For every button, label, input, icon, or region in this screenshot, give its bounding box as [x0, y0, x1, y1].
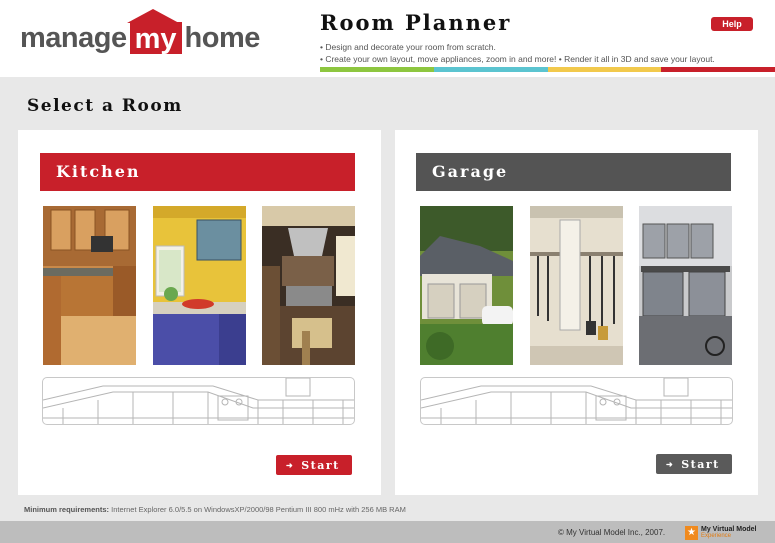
manage-my-home-logo[interactable]: manage my home — [20, 9, 261, 58]
garage-start-label: Start — [681, 457, 720, 471]
my-virtual-model-logo[interactable]: ★ My Virtual Model Experience — [685, 525, 767, 541]
color-bar-segment — [433, 67, 548, 72]
kitchen-photo-2[interactable] — [153, 206, 246, 365]
kitchen-layout-sketch — [42, 377, 355, 425]
logo-text-my: my — [129, 22, 182, 54]
arrow-right-icon: ➜ — [666, 459, 675, 469]
color-bar — [320, 67, 775, 72]
color-bar-segment — [320, 67, 434, 72]
minimum-requirements: Minimum requirements: Internet Explorer … — [24, 505, 406, 514]
logo-text-manage: manage — [20, 21, 127, 54]
logo-text-home: home — [184, 21, 261, 54]
garage-layout-sketch — [420, 377, 733, 425]
kitchen-photo-1[interactable] — [43, 206, 136, 365]
kitchen-photo-3[interactable] — [262, 206, 355, 365]
arrow-right-icon: ➜ — [286, 460, 295, 470]
garage-photo-1[interactable] — [420, 206, 513, 365]
mvm-brand-name: My Virtual Model — [701, 526, 757, 533]
description-line-2: • Create your own layout, move appliance… — [320, 54, 715, 64]
room-card-kitchen: Kitchen ➜ Start — [18, 130, 381, 495]
color-bar-segment — [661, 67, 775, 72]
logo-roof-icon — [126, 9, 179, 23]
kitchen-start-button[interactable]: ➜ Start — [276, 455, 352, 475]
color-bar-segment — [547, 67, 662, 72]
copyright-text: © My Virtual Model Inc., 2007. — [558, 528, 666, 537]
room-title-garage[interactable]: Garage — [416, 153, 731, 191]
footer: © My Virtual Model Inc., 2007. ★ My Virt… — [0, 521, 775, 543]
app-title: Room Planner — [320, 10, 512, 35]
requirements-label: Minimum requirements: — [24, 505, 110, 514]
requirements-text: Internet Explorer 6.0/5.5 on WindowsXP/2… — [111, 505, 406, 514]
help-button[interactable]: Help — [711, 17, 753, 31]
garage-photo-2[interactable] — [530, 206, 623, 365]
mvm-brand-tag: Experience — [701, 533, 732, 539]
mvm-brand: My Virtual Model Experience — [701, 526, 757, 540]
room-card-garage: Garage ➜ Start — [395, 130, 758, 495]
room-title-kitchen[interactable]: Kitchen — [40, 153, 355, 191]
logo-my-badge: my — [126, 9, 182, 54]
kitchen-start-label: Start — [301, 458, 340, 472]
section-title: Select a Room — [27, 96, 183, 116]
garage-start-button[interactable]: ➜ Start — [656, 454, 732, 474]
description-line-1: • Design and decorate your room from scr… — [320, 42, 496, 52]
star-icon: ★ — [685, 526, 698, 540]
header: manage my home Room Planner Help • Desig… — [0, 0, 775, 77]
garage-photo-3[interactable] — [639, 206, 732, 365]
